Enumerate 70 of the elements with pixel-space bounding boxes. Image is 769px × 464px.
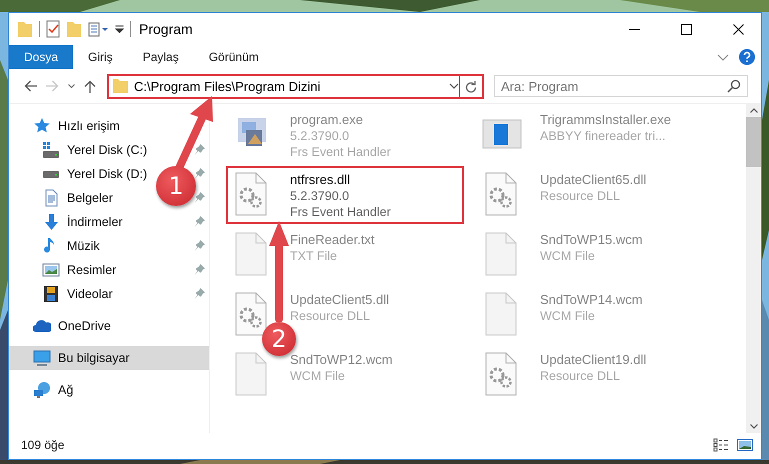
nav-item[interactable]: Resimler	[42, 261, 116, 279]
nav-item[interactable]: Ağ	[33, 381, 74, 399]
nav-item[interactable]: Belgeler	[42, 189, 113, 207]
close-icon[interactable]	[732, 24, 744, 34]
file-detail: 5.2.3790.0	[290, 188, 350, 204]
ribbon-tab[interactable]: Paylaş	[128, 45, 194, 69]
file-name[interactable]: SndToWP15.wcm	[540, 232, 643, 248]
scroll-down-icon[interactable]	[750, 424, 758, 429]
scrollbar[interactable]	[746, 104, 761, 433]
nav-item[interactable]: İndirmeler	[42, 213, 123, 231]
computer-icon	[33, 349, 51, 367]
minimize-icon[interactable]	[628, 28, 640, 30]
ribbon-tab[interactable]: Giriş	[73, 45, 128, 69]
address-bar[interactable]: C:\Program Files\Program Dizini	[109, 76, 460, 96]
help-icon[interactable]	[739, 49, 755, 65]
chevron-down-icon[interactable]	[68, 84, 74, 88]
file-detail: Resource DLL	[290, 308, 371, 324]
drive-icon	[42, 141, 60, 159]
scroll-up-icon[interactable]	[750, 108, 758, 113]
nav-item[interactable]: OneDrive	[33, 317, 111, 335]
file-name[interactable]: UpdateClient19.dll	[540, 352, 646, 368]
file-name[interactable]: program.exe	[290, 112, 391, 128]
file-name[interactable]: UpdateClient65.dll	[540, 172, 646, 188]
file-name[interactable]: FineReader.txt	[290, 232, 375, 248]
file-name[interactable]: SndToWP14.wcm	[540, 292, 643, 308]
file-menu-button[interactable]: Dosya	[9, 45, 74, 69]
nav-item[interactable]: Müzik	[42, 237, 100, 255]
folder-icon	[113, 79, 128, 93]
file-name[interactable]: UpdateClient5.dll	[290, 292, 390, 308]
nav-item[interactable]: Hızlı erişim	[33, 117, 120, 135]
network-icon	[33, 381, 51, 399]
pin-icon[interactable]	[194, 192, 205, 203]
search-field[interactable]: Ara: Program	[494, 75, 748, 97]
nav-item[interactable]: Yerel Disk (C:)	[42, 141, 148, 159]
file-detail: Frs Event Handler	[290, 144, 391, 160]
file-detail: Frs Event Handler	[290, 204, 391, 220]
nav-item[interactable]: Videolar	[42, 285, 113, 303]
star-icon	[33, 117, 51, 135]
customize-dropdown-icon[interactable]	[115, 25, 124, 33]
file-name[interactable]: ntfrsres.dll	[290, 172, 391, 188]
file-detail: Resource DLL	[540, 188, 621, 204]
download-arrow-icon	[42, 213, 60, 231]
file-detail: WCM File	[540, 308, 596, 324]
file-detail: Resource DLL	[540, 368, 621, 384]
pictures-icon	[42, 261, 60, 279]
scrollbar-thumb[interactable]	[746, 117, 761, 167]
view-options-icon[interactable]	[88, 22, 109, 36]
film-icon	[42, 285, 60, 303]
file-detail: WCM File	[540, 248, 596, 264]
cloud-icon	[33, 317, 51, 335]
ribbon-tab[interactable]: Görünüm	[194, 45, 274, 69]
window-title: Program	[139, 21, 193, 37]
dropdown-chevron-icon[interactable]	[449, 83, 459, 89]
details-view-icon[interactable]	[713, 438, 729, 452]
file-detail: 5.2.3790.0	[290, 128, 350, 144]
file-name[interactable]: TrigrammsInstaller.exe	[540, 112, 671, 128]
search-icon[interactable]	[727, 79, 741, 93]
expand-ribbon-icon[interactable]	[717, 54, 729, 60]
refresh-icon[interactable]	[465, 80, 477, 92]
nav-item[interactable]: Yerel Disk (D:)	[42, 165, 148, 183]
file-detail: ABBYY finereader tri...	[540, 128, 667, 144]
maximize-icon[interactable]	[680, 24, 692, 34]
properties-check-icon[interactable]	[46, 20, 60, 38]
back-arrow-icon[interactable]	[24, 80, 36, 92]
file-detail: WCM File	[290, 368, 346, 384]
large-icons-view-icon[interactable]	[737, 438, 753, 452]
item-count: 109 öğe	[21, 438, 64, 452]
up-arrow-icon[interactable]	[84, 80, 96, 92]
file-detail: TXT File	[290, 248, 338, 264]
nav-item[interactable]: Bu bilgisayar	[33, 349, 130, 367]
